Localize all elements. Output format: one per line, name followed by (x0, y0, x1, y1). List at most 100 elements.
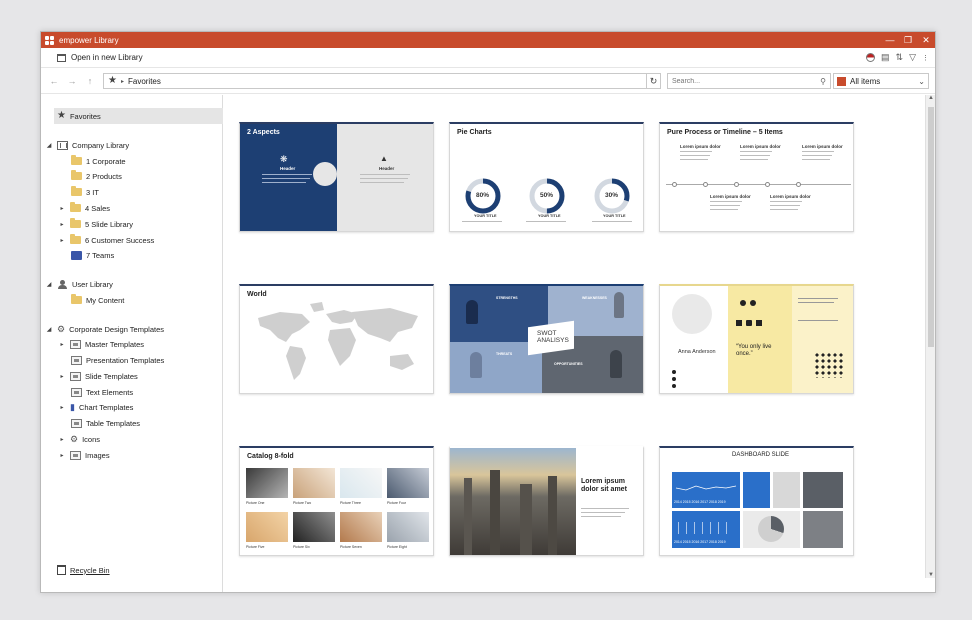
text-line (770, 209, 798, 210)
text-line (592, 221, 632, 222)
sidebar-item-slide-templates[interactable]: ▸ Slide Templates (58, 369, 138, 383)
slide-card-catalog[interactable]: Catalog 8-fold Picture One Picture Two P… (239, 446, 434, 556)
expand-arrow-icon[interactable]: ▸ (58, 373, 66, 380)
sidebar-item-presentation-templates[interactable]: Presentation Templates (71, 353, 164, 367)
filter-funnel-icon[interactable]: ▽ (909, 52, 916, 63)
sidebar-item-company-library[interactable]: ◢ Company Library (45, 138, 129, 152)
slide-card-pure-process[interactable]: Pure Process or Timeline – 5 Items Lorem… (659, 122, 854, 232)
puzzle-knob (313, 162, 337, 186)
up-arrow-icon[interactable]: ↑ (83, 76, 97, 86)
slide-card-profile[interactable]: Anna Anderson “You only live once.” (659, 284, 854, 394)
sidebar-item-my-content[interactable]: My Content (71, 293, 124, 307)
timeline-dot (672, 182, 677, 187)
text-line (360, 174, 410, 175)
sidebar-item-table-templates[interactable]: Table Templates (71, 416, 140, 430)
expand-arrow-icon[interactable]: ▸ (58, 452, 66, 459)
person-silhouette-icon (470, 352, 482, 378)
window-title: empower Library (59, 35, 119, 45)
folder-icon (70, 234, 81, 244)
sort-icon[interactable]: ⇅ (896, 52, 904, 63)
text-line (740, 151, 772, 152)
sidebar-item-chart-templates[interactable]: ▸ ▮ Chart Templates (58, 400, 133, 414)
scroll-thumb[interactable] (928, 107, 934, 347)
recycle-bin-label: Recycle Bin (70, 565, 110, 575)
search-box[interactable]: ⚲ (667, 73, 831, 89)
timeline-dot (796, 182, 801, 187)
chevron-down-icon[interactable]: ⌄ (918, 77, 925, 86)
avatar (672, 294, 712, 334)
process-item-3: Lorem ipsum dolor (740, 144, 781, 149)
collapse-arrow-icon[interactable]: ◢ (45, 326, 53, 333)
address-bar[interactable]: ★ ▸ Favorites ↻ (103, 73, 661, 89)
sidebar-item-master-templates[interactable]: ▸ Master Templates (58, 337, 144, 351)
sidebar-item-corporate-design[interactable]: ◢ ⚙ Corporate Design Templates (45, 322, 164, 336)
template-icon (70, 371, 81, 381)
sidebar-item-sales[interactable]: ▸ 4 Sales (58, 201, 110, 215)
collapse-arrow-icon[interactable]: ◢ (45, 281, 53, 288)
search-icon[interactable]: ⚲ (820, 77, 826, 86)
dashboard-tile (803, 511, 843, 548)
swot-label-weaknesses: WEAKNESSES (582, 296, 607, 300)
close-button[interactable]: ✕ (917, 32, 935, 48)
more-icon[interactable]: ⋮ (922, 54, 929, 62)
expand-arrow-icon[interactable]: ▸ (58, 404, 66, 411)
swot-label-strengths: STRENGTHS (496, 296, 518, 300)
sidebar-item-products[interactable]: 2 Products (71, 169, 122, 183)
text-line (798, 298, 838, 299)
collapse-arrow-icon[interactable]: ◢ (45, 142, 53, 149)
expand-arrow-icon[interactable]: ▸ (58, 341, 66, 348)
sidebar-item-customer-success[interactable]: ▸ 6 Customer Success (58, 233, 154, 247)
text-line (526, 221, 566, 222)
sidebar-item-label: 7 Teams (86, 250, 115, 260)
profile-yellow-column (728, 286, 792, 393)
favorites-grid: 2 Aspects ❋ Header ▲ Header Pie Charts 8… (224, 95, 925, 592)
template-icon (71, 355, 82, 365)
sidebar-item-images[interactable]: ▸ Images (58, 448, 110, 462)
sidebar-item-user-library[interactable]: ◢ User Library (45, 277, 113, 291)
sidebar-item-it[interactable]: 3 IT (71, 185, 99, 199)
dashboard-tile (743, 472, 770, 508)
maximize-button[interactable]: ❐ (899, 32, 917, 48)
vertical-scrollbar[interactable]: ▲ ▼ (925, 95, 935, 578)
favorites-star-icon: ★ (108, 75, 117, 86)
sidebar-item-label: Chart Templates (78, 402, 134, 412)
expand-arrow-icon[interactable]: ▸ (58, 237, 66, 244)
slide-card-swot[interactable]: SWOT ANALISYS STRENGTHS WEAKNESSES THREA… (449, 284, 644, 394)
expand-arrow-icon[interactable]: ▸ (58, 436, 66, 443)
search-input[interactable] (672, 77, 821, 85)
aspect-header-left: Header (280, 166, 296, 171)
minimize-button[interactable]: — (881, 32, 899, 48)
pie-label-2: YOUR TITLE (538, 214, 561, 218)
slide-card-city[interactable]: Lorem ipsum dolor sit amet (449, 446, 644, 556)
refresh-icon[interactable]: ↻ (646, 74, 660, 88)
expand-arrow-icon[interactable]: ▸ (58, 205, 66, 212)
sidebar-item-label: Icons (82, 434, 101, 444)
recycle-bin-link[interactable]: Recycle Bin (57, 565, 110, 575)
catalog-caption-6: Picture Six (293, 545, 310, 549)
sidebar-item-label: 1 Corporate (86, 156, 126, 166)
items-filter-select[interactable]: All items ⌄ (833, 73, 929, 89)
forward-arrow-icon[interactable]: → (65, 76, 79, 86)
sidebar-item-text-elements[interactable]: Text Elements (71, 385, 133, 399)
sidebar-item-label: Master Templates (85, 339, 145, 349)
flag-icon[interactable] (866, 53, 876, 62)
scroll-up-icon[interactable]: ▲ (926, 95, 935, 101)
icons-folder-icon: ⚙ (70, 433, 79, 444)
expand-arrow-icon[interactable]: ▸ (58, 221, 66, 228)
sidebar-item-corporate[interactable]: 1 Corporate (71, 154, 126, 168)
back-arrow-icon[interactable]: ← (47, 76, 61, 86)
catalog-image-8 (387, 512, 429, 542)
view-details-icon[interactable]: ▤ (881, 52, 890, 63)
slide-card-world[interactable]: World (239, 284, 434, 394)
open-new-library-button[interactable]: Open in new Library (57, 53, 143, 62)
breadcrumb-favorites[interactable]: Favorites (128, 77, 161, 86)
sidebar-item-favorites[interactable]: ★ Favorites (57, 109, 101, 123)
text-line (802, 151, 834, 152)
slide-card-2-aspects[interactable]: 2 Aspects ❋ Header ▲ Header (239, 122, 434, 232)
slide-card-pie-charts[interactable]: Pie Charts 80% 50% 30% YOUR TITLE YOUR T… (449, 122, 644, 232)
sidebar-item-label: Text Elements (86, 387, 134, 397)
sidebar-item-icons[interactable]: ▸ ⚙ Icons (58, 432, 100, 446)
sidebar-item-teams[interactable]: 7 Teams (71, 248, 114, 262)
sidebar-item-slide-library[interactable]: ▸ 5 Slide Library (58, 217, 133, 231)
slide-card-dashboard[interactable]: DASHBOARD SLIDE 2014 2015 2016 2017 2018… (659, 446, 854, 556)
